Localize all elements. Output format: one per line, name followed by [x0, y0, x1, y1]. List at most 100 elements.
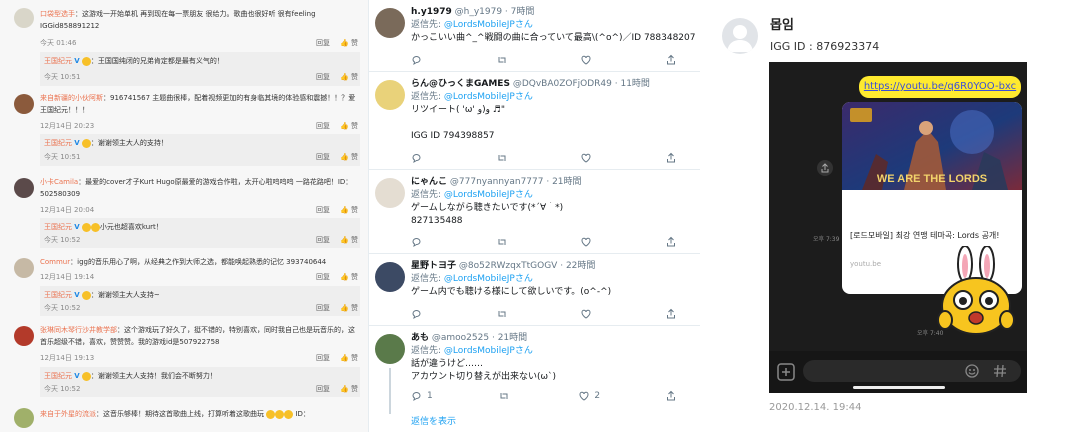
reply-author[interactable]: 王国纪元 — [44, 139, 72, 147]
tweet[interactable]: らん@ひっくまGAMES @DQvBA0ZOFjODR49 · 11時間 返信先… — [369, 72, 700, 170]
like-button[interactable]: 👍 赞 — [340, 206, 358, 214]
tweet[interactable]: にゃんこ @777nyannyan7777 · 21時間 返信先: @Lords… — [369, 170, 700, 254]
post-author[interactable]: 몹임 — [770, 14, 794, 33]
like-action[interactable] — [580, 152, 596, 164]
avatar[interactable] — [375, 8, 405, 38]
avatar[interactable] — [14, 408, 34, 428]
tweet-author[interactable]: あも — [411, 333, 429, 343]
like-button[interactable]: 👍 赞 — [340, 354, 358, 362]
comment-author[interactable]: 张琳同木琴行沙井教学部 — [40, 326, 117, 334]
tweet[interactable]: 星野トヨ子 @8o52RWzqxTtGOGV · 22時間 返信先: @Lord… — [369, 254, 700, 326]
tweet-handle[interactable]: @DQvBA0ZOFjODR49 — [513, 79, 612, 89]
tweet-handle[interactable]: @777nyannyan7777 — [450, 177, 544, 187]
add-icon[interactable] — [777, 363, 795, 381]
avatar[interactable] — [14, 8, 34, 28]
reply-action[interactable] — [411, 236, 427, 248]
avatar[interactable] — [14, 94, 34, 114]
like-button[interactable]: 👍 赞 — [340, 122, 358, 130]
retweet-action[interactable] — [498, 390, 514, 402]
tweet-time[interactable]: 21時間 — [552, 177, 581, 187]
like-button[interactable]: 👍 赞 — [340, 385, 358, 393]
message-input[interactable] — [803, 360, 1021, 382]
tweet-author[interactable]: にゃんこ — [411, 177, 447, 187]
share-icon[interactable] — [817, 160, 833, 176]
comment-item: 口袋型选手：这游戏一开始单机 再到现在每一票朋友 很给力。歌曲也很好听 很有fe… — [0, 6, 368, 86]
reply-action[interactable] — [411, 308, 427, 320]
avatar[interactable] — [375, 80, 405, 110]
reply-author[interactable]: 王国纪元 — [44, 223, 72, 231]
tweet-time[interactable]: 7時間 — [511, 7, 535, 17]
tweet-time[interactable]: 21時間 — [498, 333, 527, 343]
like-button[interactable]: 👍 赞 — [340, 39, 358, 47]
reply-icon — [412, 392, 421, 402]
reply-button[interactable]: 回复 — [316, 304, 330, 312]
reply-button[interactable]: 回复 — [316, 122, 330, 130]
avatar[interactable] — [722, 18, 758, 54]
like-button[interactable]: 👍 赞 — [340, 73, 358, 81]
tweet-time[interactable]: 11時間 — [620, 79, 649, 89]
retweet-action[interactable] — [496, 308, 512, 320]
tweet[interactable]: あも @amoo2525 · 21時間 返信先: @LordsMobileJPさ… — [369, 326, 700, 432]
tweet-time[interactable]: 22時間 — [566, 261, 595, 271]
retweet-action[interactable] — [496, 54, 512, 66]
reply-button[interactable]: 回复 — [316, 39, 330, 47]
comment-author[interactable]: 口袋型选手 — [40, 10, 75, 18]
like-action[interactable]: 2 — [578, 390, 600, 402]
show-replies-link[interactable]: 返信を表示 — [411, 414, 456, 427]
avatar[interactable] — [14, 326, 34, 346]
reply-button[interactable]: 回复 — [316, 354, 330, 362]
reply-text: ：谢谢领主大人支持~ — [90, 291, 160, 299]
avatar[interactable] — [375, 178, 405, 208]
reply-button[interactable]: 回复 — [316, 73, 330, 81]
hashtag-icon[interactable] — [993, 364, 1007, 378]
like-action[interactable] — [580, 308, 596, 320]
tweet-handle[interactable]: @8o52RWzqxTtGOGV — [459, 261, 557, 271]
tweet-handle[interactable]: @h_y1979 — [455, 7, 502, 17]
like-button[interactable]: 👍 赞 — [340, 304, 358, 312]
reply-author[interactable]: 王国纪元 — [44, 291, 72, 299]
mention-link[interactable]: @LordsMobileJPさん — [444, 190, 533, 200]
tweet-handle[interactable]: @amoo2525 — [432, 333, 489, 343]
avatar[interactable] — [14, 178, 34, 198]
like-action[interactable] — [580, 54, 596, 66]
like-action[interactable] — [580, 236, 596, 248]
avatar[interactable] — [375, 334, 405, 364]
tweet-author[interactable]: h.y1979 — [411, 7, 452, 17]
chat-link-bubble[interactable]: https://youtu.be/q6R0YOO-bxc — [859, 76, 1021, 98]
share-action[interactable] — [665, 152, 677, 164]
avatar[interactable] — [375, 262, 405, 292]
reply-author[interactable]: 王国纪元 — [44, 372, 72, 380]
reply-button[interactable]: 回复 — [316, 206, 330, 214]
mention-link[interactable]: @LordsMobileJPさん — [444, 274, 533, 284]
author-reply: 王国纪元 V 小元也超喜欢kurt！ 今天 10:52 回复 👍 赞 — [40, 218, 360, 248]
mention-link[interactable]: @LordsMobileJPさん — [444, 92, 533, 102]
retweet-action[interactable] — [496, 236, 512, 248]
reply-button[interactable]: 回复 — [316, 236, 330, 244]
like-button[interactable]: 👍 赞 — [340, 273, 358, 281]
comment-author[interactable]: 小卡Camila — [40, 178, 78, 186]
reply-action[interactable] — [411, 152, 427, 164]
tweet-author[interactable]: 星野トヨ子 — [411, 261, 456, 271]
comment-author[interactable]: 来自新疆的小伙阿斯 — [40, 94, 103, 102]
mention-link[interactable]: @LordsMobileJPさん — [444, 20, 533, 30]
emoji-icon[interactable] — [965, 364, 979, 378]
reply-action[interactable] — [411, 54, 427, 66]
reply-button[interactable]: 回复 — [316, 153, 330, 161]
avatar[interactable] — [14, 258, 34, 278]
reply-action[interactable]: 1 — [411, 390, 433, 402]
mention-link[interactable]: @LordsMobileJPさん — [444, 346, 533, 356]
share-action[interactable] — [665, 236, 677, 248]
like-button[interactable]: 👍 赞 — [340, 153, 358, 161]
reply-button[interactable]: 回复 — [316, 273, 330, 281]
share-action[interactable] — [665, 54, 677, 66]
comment-author[interactable]: 来自于外星的流派 — [40, 410, 96, 418]
tweet[interactable]: h.y1979 @h_y1979 · 7時間 返信先: @LordsMobile… — [369, 0, 700, 72]
share-action[interactable] — [665, 308, 677, 320]
tweet-author[interactable]: らん@ひっくまGAMES — [411, 79, 510, 89]
share-action[interactable] — [665, 390, 677, 402]
like-button[interactable]: 👍 赞 — [340, 236, 358, 244]
reply-author[interactable]: 王国纪元 — [44, 57, 72, 65]
reply-button[interactable]: 回复 — [316, 385, 330, 393]
retweet-action[interactable] — [496, 152, 512, 164]
comment-author[interactable]: Commur — [40, 258, 70, 266]
